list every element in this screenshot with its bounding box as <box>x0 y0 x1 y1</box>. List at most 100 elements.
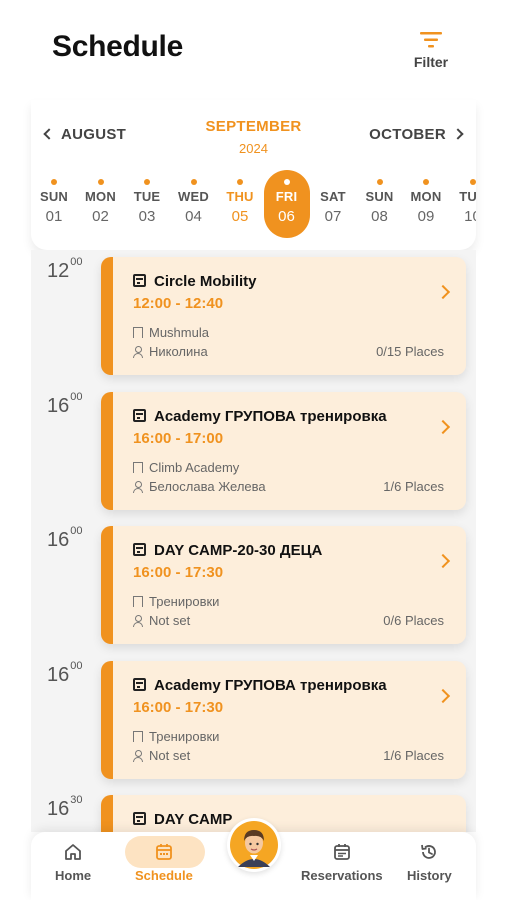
class-location: Тренировки <box>133 594 219 609</box>
chevron-right-icon <box>452 128 464 140</box>
day-date: 04 <box>185 208 202 225</box>
chevron-right-icon <box>435 284 451 300</box>
day-name: TUE <box>133 189 161 204</box>
day-name: MON <box>410 189 442 204</box>
slot-minute: 30 <box>70 794 83 807</box>
class-title-row: Academy ГРУПОВА тренировка <box>133 408 387 425</box>
bottom-nav: Home Schedule Reservations History <box>31 818 476 900</box>
current-year-label: 2024 <box>239 141 268 156</box>
slot-time: 1630 <box>47 794 83 821</box>
day-sat-07[interactable]: SAT 07 <box>310 170 356 238</box>
event-dot-icon <box>190 179 197 185</box>
day-sun-08[interactable]: SUN 08 <box>357 170 403 238</box>
slot-hour: 16 <box>47 798 70 820</box>
day-date: 07 <box>324 208 342 225</box>
profile-avatar-button[interactable] <box>227 818 281 872</box>
class-trainer-text: Белослава Желева <box>149 478 266 494</box>
slot-hour: 16 <box>47 663 70 686</box>
class-location-text: Climb Academy <box>149 459 240 475</box>
chevron-right-icon <box>435 553 451 569</box>
next-month-button[interactable]: OCTOBER <box>369 126 464 143</box>
day-sun-01[interactable]: SUN 01 <box>31 170 77 238</box>
event-dot-icon <box>283 179 290 185</box>
avatar <box>230 821 278 869</box>
day-fri-06[interactable]: FRI 06 <box>263 170 310 238</box>
slot-minute: 00 <box>70 525 83 538</box>
reservations-icon <box>333 844 350 860</box>
day-wed-04[interactable]: WED 04 <box>171 170 217 238</box>
class-trainer: Not set <box>133 748 190 763</box>
schedule-slot: 1600 Academy ГРУПОВА тренировка 16:00 - 17… <box>31 654 476 779</box>
day-tue-03[interactable]: TUE 03 <box>124 170 170 238</box>
class-time-range: 16:00 - 17:30 <box>133 698 224 716</box>
class-location: Mushmula <box>133 325 209 340</box>
calendar-icon <box>133 274 146 287</box>
event-dot-icon <box>97 179 104 185</box>
slot-hour: 12 <box>47 260 70 282</box>
schedule-slot: 1200 Circle Mobility 12:00 - 12:40 Mushmula… <box>31 250 476 375</box>
slot-time: 1200 <box>47 256 83 283</box>
class-title-row: Circle Mobility <box>133 273 257 290</box>
class-time-range: 12:00 - 12:40 <box>133 295 224 312</box>
event-dot-icon <box>469 179 476 185</box>
class-location-text: Тренировки <box>149 594 220 609</box>
class-card[interactable]: Academy ГРУПОВА тренировка 16:00 - 17:30 Т… <box>101 660 466 779</box>
class-trainer: Николина <box>133 344 208 359</box>
slot-time: 1600 <box>47 660 83 687</box>
header: Schedule Filter <box>0 0 507 100</box>
day-thu-05[interactable]: THU 05 <box>217 170 263 238</box>
schedule-slot: 1600 Academy ГРУПОВА тренировка 16:00 - 17… <box>31 385 476 510</box>
class-title-row: Academy ГРУПОВА тренировка <box>133 677 387 694</box>
day-strip: SUN 01 MON 02 TUE 03 WED 04 THU 05 FRI 06 SAT 07 SUN 08… <box>31 170 476 238</box>
calendar-icon <box>133 408 146 422</box>
slot-hour: 16 <box>47 394 70 417</box>
class-title: Academy ГРУПОВА тренировка <box>154 407 387 425</box>
day-name: SUN <box>365 189 394 204</box>
calendar-icon <box>133 677 146 691</box>
class-title: DAY CAMP <box>154 811 233 828</box>
class-title: Circle Mobility <box>154 273 257 290</box>
calendar-icon <box>133 812 146 825</box>
slot-minute: 00 <box>70 659 83 672</box>
class-time-range: 16:00 - 17:30 <box>133 564 224 581</box>
slot-minute: 00 <box>70 256 83 269</box>
calendar-icon <box>133 543 146 556</box>
day-date: 03 <box>138 208 156 225</box>
page-title: Schedule <box>52 30 183 63</box>
nav-home-label: Home <box>55 868 92 883</box>
class-trainer: Белослава Желева <box>133 479 266 494</box>
nav-history[interactable]: History <box>407 842 452 883</box>
slot-minute: 00 <box>70 390 83 403</box>
class-card[interactable]: Circle Mobility 12:00 - 12:40 Mushmula Нико… <box>101 257 466 375</box>
nav-reservations-label: Reservations <box>301 868 383 883</box>
day-date: 02 <box>92 208 109 225</box>
schedule-list[interactable]: 1200 Circle Mobility 12:00 - 12:40 Mushmula… <box>31 250 476 832</box>
filter-label: Filter <box>413 54 449 70</box>
nav-schedule[interactable]: Schedule <box>135 842 193 883</box>
nav-reservations[interactable]: Reservations <box>301 842 383 883</box>
door-icon <box>133 327 143 338</box>
calendar-icon <box>155 844 172 860</box>
slot-time: 1600 <box>47 391 83 418</box>
class-location: Тренировки <box>133 729 219 744</box>
schedule-slot: 1600 DAY CAMP-20-30 ДЕЦА 16:00 - 17:30 Трен… <box>31 519 476 644</box>
next-month-label: OCTOBER <box>369 126 446 143</box>
day-name: SUN <box>39 189 69 204</box>
person-icon <box>133 615 143 627</box>
day-mon-02[interactable]: MON 02 <box>78 170 124 238</box>
class-card[interactable]: DAY CAMP <box>101 795 466 832</box>
nav-history-label: History <box>407 868 452 883</box>
class-card[interactable]: DAY CAMP-20-30 ДЕЦА 16:00 - 17:30 Трениров… <box>101 526 466 644</box>
filter-button[interactable]: Filter <box>404 32 458 76</box>
chevron-right-icon <box>435 688 451 703</box>
day-date: 06 <box>278 208 295 225</box>
class-trainer-text: Николина <box>149 344 208 359</box>
day-name: TUE <box>459 189 476 204</box>
nav-home[interactable]: Home <box>55 842 91 883</box>
class-title: DAY CAMP-20-30 ДЕЦА <box>154 542 323 559</box>
class-card[interactable]: Academy ГРУПОВА тренировка 16:00 - 17:00 C… <box>101 391 466 510</box>
class-time-range: 16:00 - 17:00 <box>133 429 224 447</box>
day-tue-10[interactable]: TUE 10 <box>450 170 476 238</box>
class-title-row: DAY CAMP-20-30 ДЕЦА <box>133 542 322 559</box>
day-mon-09[interactable]: MON 09 <box>403 170 449 238</box>
